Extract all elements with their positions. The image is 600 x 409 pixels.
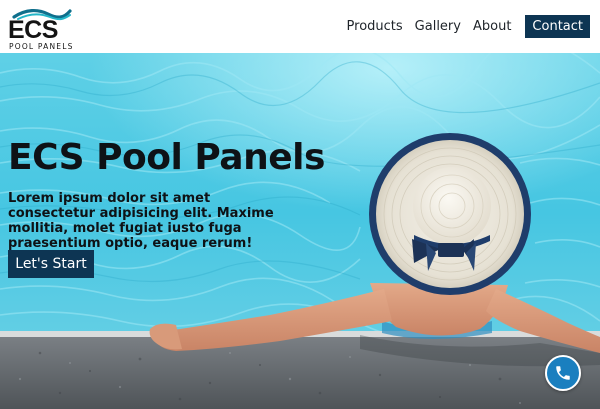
nav-gallery-link[interactable]: Gallery <box>415 19 461 34</box>
logo[interactable]: ECS POOL PANELS <box>8 7 78 51</box>
hero-description: Lorem ipsum dolor sit amet consectetur a… <box>8 191 274 251</box>
logo-tagline: POOL PANELS <box>9 41 74 51</box>
phone-icon <box>556 366 570 380</box>
nav-about-link[interactable]: About <box>473 19 511 34</box>
logo-brand-name: ECS <box>8 15 58 44</box>
hero-section: ECS Pool Panels Lorem ipsum dolor sit am… <box>0 53 600 409</box>
site-header: ECS POOL PANELS Products Gallery About C… <box>0 0 600 53</box>
hero-title: ECS Pool Panels <box>8 137 325 178</box>
lets-start-button[interactable]: Let's Start <box>8 250 94 278</box>
contact-button[interactable]: Contact <box>525 15 590 38</box>
nav-products-link[interactable]: Products <box>347 19 403 34</box>
main-nav: Products Gallery About Contact <box>335 15 590 38</box>
call-button[interactable] <box>545 355 581 391</box>
